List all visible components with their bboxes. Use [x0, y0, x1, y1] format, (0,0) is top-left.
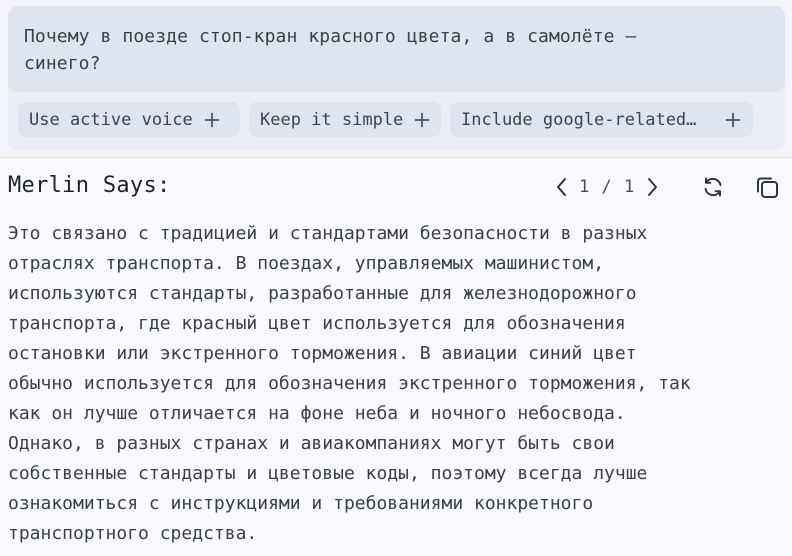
response-line: отраслях транспорта. В поездах, управляе… [8, 253, 605, 274]
user-query[interactable]: Почему в поезде стоп-кран красного цвета… [8, 6, 785, 92]
response-line: обычно используется для обозначения экст… [8, 373, 691, 394]
chip-use-active-voice[interactable]: Use active voice [18, 102, 240, 137]
plus-icon [725, 112, 741, 128]
chip-label: Include google-related… [461, 109, 697, 130]
response-line: Это связано с традицией и стандартами бе… [8, 223, 648, 244]
response-title: Merlin Says: [8, 173, 171, 198]
prompt-panel: Почему в поезде стоп-кран красного цвета… [0, 0, 792, 158]
query-line: синего? [24, 53, 101, 74]
response-line: используются стандарты, разработанные дл… [8, 283, 637, 304]
response-line: как он лучше отличается на фоне неба и н… [8, 403, 626, 424]
response-line: Однако, в разных странах и авиакомпаниях… [8, 433, 615, 454]
query-line: Почему в поезде стоп-кран красного цвета… [24, 26, 637, 47]
plus-icon [414, 112, 430, 128]
chip-include-google-related[interactable]: Include google-related… [450, 102, 753, 137]
response-pager: 1 / 1 [553, 174, 661, 200]
response-line: остановки или экстренного торможения. В … [8, 343, 637, 364]
plus-icon [204, 112, 220, 128]
response-line: транспорта, где красный цвет используетс… [8, 313, 626, 334]
chip-label: Use active voice [29, 109, 193, 130]
response-header: Merlin Says: 1 / 1 [0, 168, 792, 206]
response-line: ознакомиться с инструкциями и требования… [8, 493, 594, 514]
refresh-icon[interactable] [699, 173, 727, 201]
chevron-right-icon[interactable] [643, 174, 661, 200]
suggestion-chips: Use active voice Keep it simple Include … [18, 102, 753, 137]
chip-keep-it-simple[interactable]: Keep it simple [249, 102, 441, 137]
chevron-left-icon[interactable] [553, 174, 571, 200]
response-line: транспортного средства. [8, 523, 258, 544]
page-indicator: 1 / 1 [579, 177, 636, 197]
chip-label: Keep it simple [260, 109, 404, 130]
response-text: Это связано с традицией и стандартами бе… [8, 219, 778, 549]
copy-icon[interactable] [753, 173, 781, 201]
response-line: собственные стандарты и цветовые коды, п… [8, 463, 648, 484]
